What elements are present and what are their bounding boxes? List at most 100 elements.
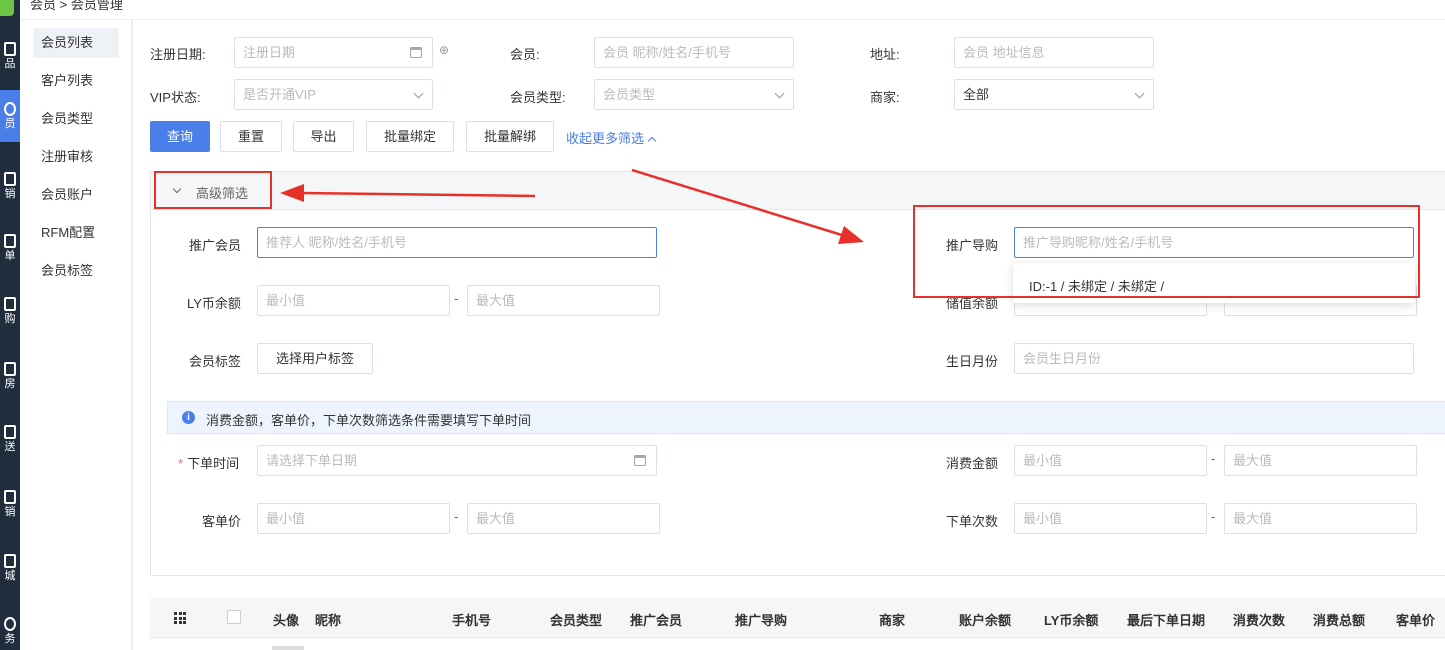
warehouse-icon [4,362,16,376]
member-submenu: 会员列表 客户列表 会员类型 注册审核 会员账户 RFM配置 会员标签 [20,20,132,650]
rail-item-marketing[interactable]: 销 [0,160,20,212]
info-icon: i [182,411,195,424]
goods-icon [4,42,16,56]
rail-item-goods[interactable]: 品 [0,30,20,82]
submenu-member-type[interactable]: 会员类型 [33,104,119,134]
app-root: 会员 > 会员管理 品 员 销 单 购 房 送 销 城 务 会员列表 客户列表 … [0,0,1445,650]
top-bar: 会员 > 会员管理 [20,0,1445,20]
member-tag-label: 会员标签 [189,354,242,369]
spend-label: 消费金额 [946,456,999,471]
vip-label: VIP状态: [150,90,201,105]
submenu-register-review[interactable]: 注册审核 [33,142,119,172]
merchant-select[interactable]: 全部 [954,79,1154,110]
th-promoter: 推广会员 [630,613,683,628]
main-nav-rail: 品 员 销 单 购 房 送 销 城 务 [0,0,20,650]
th-phone: 手机号 [452,613,492,628]
order-time-label: * 下单时间 [178,456,240,471]
rail-item-warehouse[interactable]: 房 [0,350,20,402]
th-account-balance: 账户余额 [959,613,1012,628]
ly-max-input[interactable]: 最大值 [467,285,660,316]
count-max-input[interactable]: 最大值 [1224,503,1417,534]
th-merchant: 商家 [879,613,906,628]
member-label: 会员: [510,47,540,62]
member-type-select[interactable]: 会员类型 [594,79,794,110]
promoter-input[interactable]: 推荐人 昵称/姓名/手机号 [257,227,657,258]
breadcrumb: 会员 > 会员管理 [30,0,123,12]
chevron-down-icon [413,88,424,99]
calendar-icon [410,47,422,58]
vip-select[interactable]: 是否开通VIP [234,79,433,110]
chevron-down-icon [774,88,785,99]
info-notice: i 消费金额，客单价，下单次数筛选条件需要填写下单时间 [167,401,1445,434]
th-avatar: 头像 [273,613,300,628]
purchase-icon [4,297,16,311]
member-type-label: 会员类型: [510,90,566,105]
rail-item-sales[interactable]: 销 [0,478,20,530]
submenu-member-tags[interactable]: 会员标签 [33,256,119,286]
rail-item-mall[interactable]: 城 [0,542,20,594]
order-time-input[interactable]: 请选择下单日期 [257,445,657,476]
rail-item-member[interactable]: 员 [0,90,20,142]
reg-date-input[interactable]: 注册日期 [234,37,433,68]
member-search-input[interactable]: 会员 昵称/姓名/手机号 [594,37,794,68]
share-icon [4,172,16,186]
avatar-thumbnail [272,646,304,650]
query-button[interactable]: 查询 [150,121,210,152]
rail-item-order[interactable]: 单 [0,222,20,274]
batch-bind-button[interactable]: 批量绑定 [366,121,454,152]
select-tags-button[interactable]: 选择用户标签 [257,343,373,374]
address-input[interactable]: 会员 地址信息 [954,37,1154,68]
submenu-member-account[interactable]: 会员账户 [33,180,119,210]
export-button[interactable]: 导出 [293,121,354,152]
th-nickname: 昵称 [315,613,342,628]
reg-date-label: 注册日期: [150,47,206,62]
app-logo [0,0,14,16]
submenu-customer-list[interactable]: 客户列表 [33,66,119,96]
chevron-up-icon [647,136,657,146]
annotation-box-advanced [154,171,272,209]
submenu-member-list[interactable]: 会员列表 [33,28,119,58]
th-guide: 推广导购 [735,613,788,628]
rail-item-purchase[interactable]: 购 [0,285,20,337]
collapse-filters-link[interactable]: 收起更多筛选 [566,128,657,147]
rail-item-delivery[interactable]: 送 [0,413,20,465]
order-count-label: 下单次数 [946,514,999,529]
th-avg-price: 客单价 [1396,613,1436,628]
order-icon [4,234,16,248]
spend-min-input[interactable]: 最小值 [1014,445,1207,476]
home-icon [4,554,16,568]
annotation-box-guide [913,205,1420,298]
select-all-checkbox[interactable] [227,610,241,624]
bag-icon [4,490,16,504]
birthday-input[interactable]: 会员生日月份 [1014,343,1414,374]
count-min-input[interactable]: 最小值 [1014,503,1207,534]
ly-balance-label: LY币余额 [187,296,241,311]
th-ly-balance: LY币余额 [1044,613,1099,628]
promoter-label: 推广会员 [189,238,242,253]
th-member-type: 会员类型 [550,613,603,628]
chevron-down-icon [1134,88,1145,99]
service-icon [4,617,16,631]
main-content: 注册日期: 注册日期 ⊕ 会员: 会员 昵称/姓名/手机号 地址: 会员 地址信… [133,20,1445,650]
avg-max-input[interactable]: 最大值 [467,503,660,534]
avg-price-label: 客单价 [202,514,242,529]
birthday-label: 生日月份 [946,354,999,369]
th-spend-total: 消费总额 [1313,613,1366,628]
avg-min-input[interactable]: 最小值 [257,503,450,534]
submenu-rfm-config[interactable]: RFM配置 [33,218,119,248]
ly-min-input[interactable]: 最小值 [257,285,450,316]
address-label: 地址: [870,47,900,62]
th-last-order-date: 最后下单日期 [1127,613,1206,628]
column-settings-icon[interactable] [174,612,186,624]
reset-button[interactable]: 重置 [220,121,282,152]
calendar-icon [634,455,646,466]
merchant-label: 商家: [870,90,900,105]
spend-max-input[interactable]: 最大值 [1224,445,1417,476]
batch-unbind-button[interactable]: 批量解绑 [466,121,554,152]
rail-item-service[interactable]: 务 [0,605,20,650]
info-circle-icon[interactable]: ⊕ [439,43,449,57]
user-icon [4,102,16,116]
member-table-header: 头像 昵称 手机号 会员类型 推广会员 推广导购 商家 账户余额 LY币余额 最… [150,598,1445,638]
th-order-count: 消费次数 [1233,613,1286,628]
delivery-icon [4,425,16,439]
